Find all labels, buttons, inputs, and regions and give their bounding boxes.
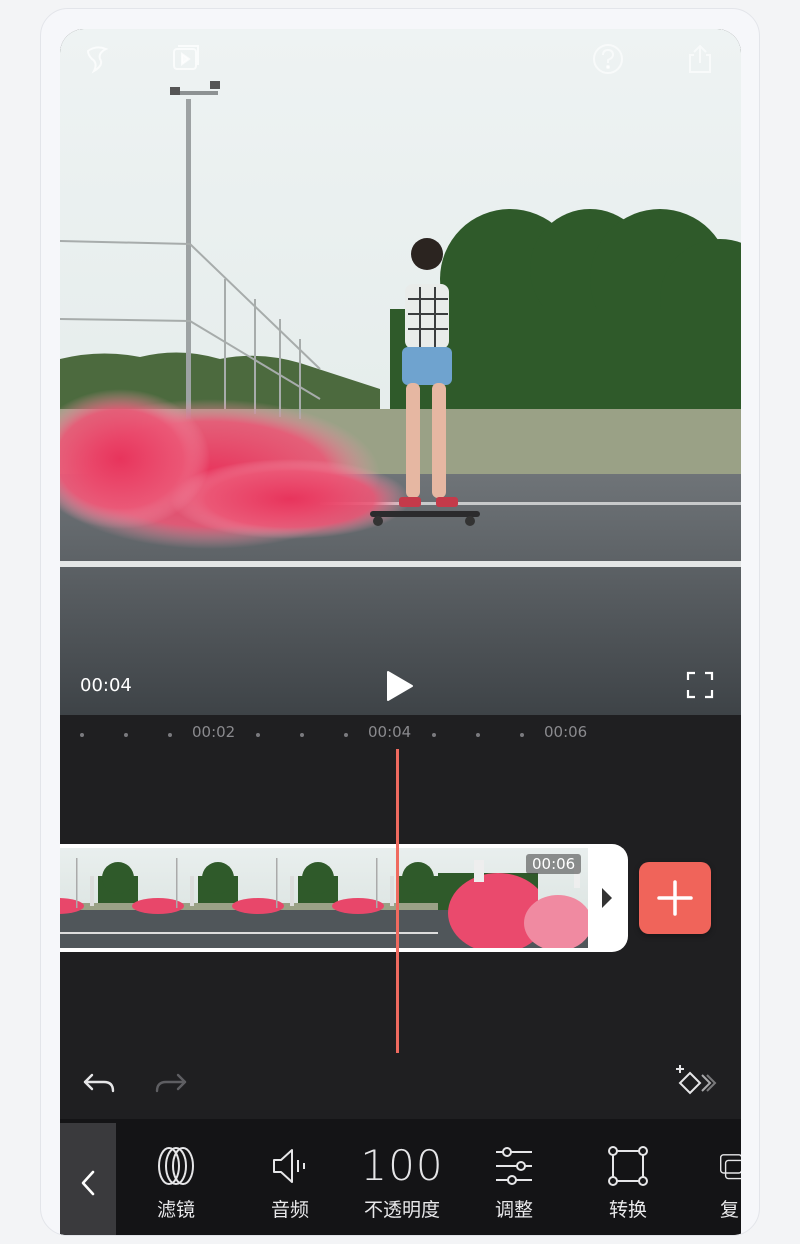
copy-icon xyxy=(694,1143,741,1189)
help-icon[interactable] xyxy=(590,41,626,77)
tool-label: 音频 xyxy=(270,1199,309,1221)
tick-dot xyxy=(432,733,436,737)
tick-dot xyxy=(256,733,260,737)
timeline-ruler[interactable]: 00:02 00:04 00:06 xyxy=(60,723,741,749)
chevron-left-icon xyxy=(81,1170,95,1196)
tool-label: 转换 xyxy=(608,1199,647,1221)
preview-frame-image xyxy=(60,29,741,715)
tick-label: 00:06 xyxy=(544,723,588,741)
back-button[interactable] xyxy=(60,1123,116,1235)
device-frame: 00:04 00:02 00:04 00:06 00:06 滤镜 音频 100 … xyxy=(40,8,760,1236)
keyframe-icon[interactable] xyxy=(672,1065,718,1101)
current-time: 00:04 xyxy=(80,675,132,696)
tool-audio[interactable]: 音频 xyxy=(242,1143,338,1233)
tick-dot xyxy=(300,733,304,737)
redo-icon[interactable] xyxy=(154,1069,188,1099)
volume-icon xyxy=(242,1143,338,1189)
editor-screen: 00:04 00:02 00:04 00:06 00:06 滤镜 音频 100 … xyxy=(60,29,741,1235)
playhead[interactable] xyxy=(396,749,399,1053)
tutorial-icon[interactable] xyxy=(168,41,204,77)
tick-dot xyxy=(344,733,348,737)
tick-dot xyxy=(124,733,128,737)
transform-icon xyxy=(580,1143,676,1189)
plus-icon xyxy=(657,880,693,916)
tick-dot xyxy=(476,733,480,737)
video-clip[interactable]: 00:06 xyxy=(60,844,628,952)
tick-label: 00:02 xyxy=(192,723,236,741)
tool-label: 调整 xyxy=(494,1199,533,1221)
tick-dot xyxy=(80,733,84,737)
tool-label: 复 xyxy=(720,1199,740,1221)
fullscreen-icon[interactable] xyxy=(684,669,716,701)
tool-copy[interactable]: 复 xyxy=(694,1143,741,1233)
clip-thumbnails: 00:06 xyxy=(60,848,588,948)
clip-duration: 00:06 xyxy=(526,854,582,874)
tool-transform[interactable]: 转换 xyxy=(580,1143,676,1233)
tick-dot xyxy=(520,733,524,737)
tick-dot xyxy=(168,733,172,737)
tool-opacity[interactable]: 100 不透明度 xyxy=(354,1143,450,1233)
sliders-icon xyxy=(466,1143,562,1189)
add-clip-button[interactable] xyxy=(639,862,711,934)
tool-adjust[interactable]: 调整 xyxy=(466,1143,562,1233)
clip-trim-handle-icon[interactable] xyxy=(600,886,614,910)
opacity-value: 100 xyxy=(360,1141,444,1190)
logo-icon[interactable] xyxy=(80,41,116,77)
tool-label: 不透明度 xyxy=(363,1199,440,1221)
play-icon[interactable] xyxy=(382,669,416,703)
undo-icon[interactable] xyxy=(82,1069,116,1099)
tool-filter[interactable]: 滤镜 xyxy=(128,1143,224,1233)
share-icon[interactable] xyxy=(682,41,718,77)
tool-label: 滤镜 xyxy=(156,1199,195,1221)
bottom-toolbar: 滤镜 音频 100 不透明度 调整 转换 复 xyxy=(60,1119,741,1235)
video-preview[interactable]: 00:04 xyxy=(60,29,741,715)
tick-label: 00:04 xyxy=(368,723,412,741)
filter-icon xyxy=(128,1143,224,1189)
